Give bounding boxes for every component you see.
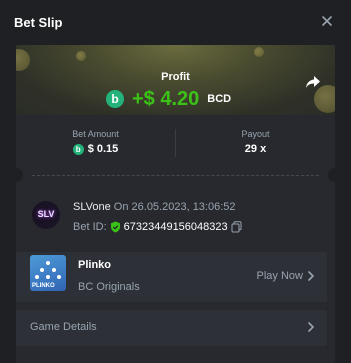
bet-amount-value-row: $ 0.15	[16, 143, 175, 155]
ticket-notch-right	[328, 168, 335, 182]
chevron-right-icon[interactable]	[307, 270, 315, 282]
thumb-peg	[46, 275, 50, 279]
payout-value: 29 x	[244, 143, 267, 155]
bettor-info: SLV SLVone On 26.05.2023, 13:06:52 Bet I…	[16, 193, 335, 243]
thumb-peg	[52, 268, 56, 272]
thumb-label: PLINKO	[32, 283, 55, 289]
bet-slip-modal: Bet Slip Profit +$ 4.20 BCD Bet Amount	[0, 0, 351, 363]
game-details-row[interactable]: Game Details	[16, 310, 327, 346]
modal-title: Bet Slip	[14, 15, 63, 30]
thumb-peg	[40, 268, 44, 272]
bet-date: On 26.05.2023, 13:06:52	[113, 201, 236, 213]
play-now-link[interactable]: Play Now	[257, 270, 303, 282]
user-line: SLVone On 26.05.2023, 13:06:52	[73, 201, 236, 213]
chevron-right-icon[interactable]	[307, 321, 315, 333]
bet-id-value: 67323449156048323	[123, 221, 228, 233]
profit-hero: Profit +$ 4.20 BCD	[16, 45, 335, 115]
coin-decoration	[76, 51, 86, 61]
shield-icon	[110, 221, 120, 233]
close-icon[interactable]	[320, 14, 334, 28]
copy-icon[interactable]	[231, 221, 242, 233]
coin-icon	[72, 143, 84, 155]
coin-decoration	[16, 49, 30, 71]
payout-label: Payout	[241, 129, 270, 139]
game-details-label: Game Details	[30, 321, 97, 333]
game-thumbnail[interactable]: PLINKO	[30, 255, 66, 291]
bet-amount-value: $ 0.15	[87, 143, 119, 155]
bet-stats: Bet Amount $ 0.15 Payout 29 x	[16, 117, 335, 167]
bet-id-label: Bet ID:	[73, 221, 107, 233]
coin-decoration	[314, 85, 335, 113]
modal-header: Bet Slip	[0, 0, 351, 44]
bet-id-line: Bet ID: 67323449156048323	[73, 221, 242, 233]
bet-card: Profit +$ 4.20 BCD Bet Amount $ 0.15 Pay…	[16, 45, 335, 363]
bet-amount-label: Bet Amount	[72, 129, 119, 139]
profit-label: Profit	[161, 71, 190, 83]
share-icon[interactable]	[305, 75, 321, 89]
avatar-text: SLV	[37, 209, 55, 219]
avatar[interactable]: SLV	[32, 201, 60, 229]
ticket-dashed-divider	[32, 175, 319, 176]
game-card[interactable]: PLINKO Plinko BC Originals Play Now	[16, 252, 327, 302]
bet-amount-stat: Bet Amount $ 0.15	[16, 117, 175, 155]
thumb-peg	[57, 275, 61, 279]
profit-row: +$ 4.20 BCD	[106, 87, 231, 111]
thumb-peg	[46, 261, 50, 265]
coin-decoration	[254, 47, 264, 57]
username[interactable]: SLVone	[73, 201, 111, 213]
coin-icon	[106, 90, 124, 108]
game-provider: BC Originals	[78, 281, 140, 293]
payout-stat: Payout 29 x	[176, 117, 335, 155]
thumb-peg	[35, 275, 39, 279]
profit-amount: +$ 4.20	[132, 87, 200, 110]
ticket-notch-left	[16, 168, 23, 182]
game-name: Plinko	[78, 259, 112, 271]
profit-currency: BCD	[207, 93, 232, 105]
